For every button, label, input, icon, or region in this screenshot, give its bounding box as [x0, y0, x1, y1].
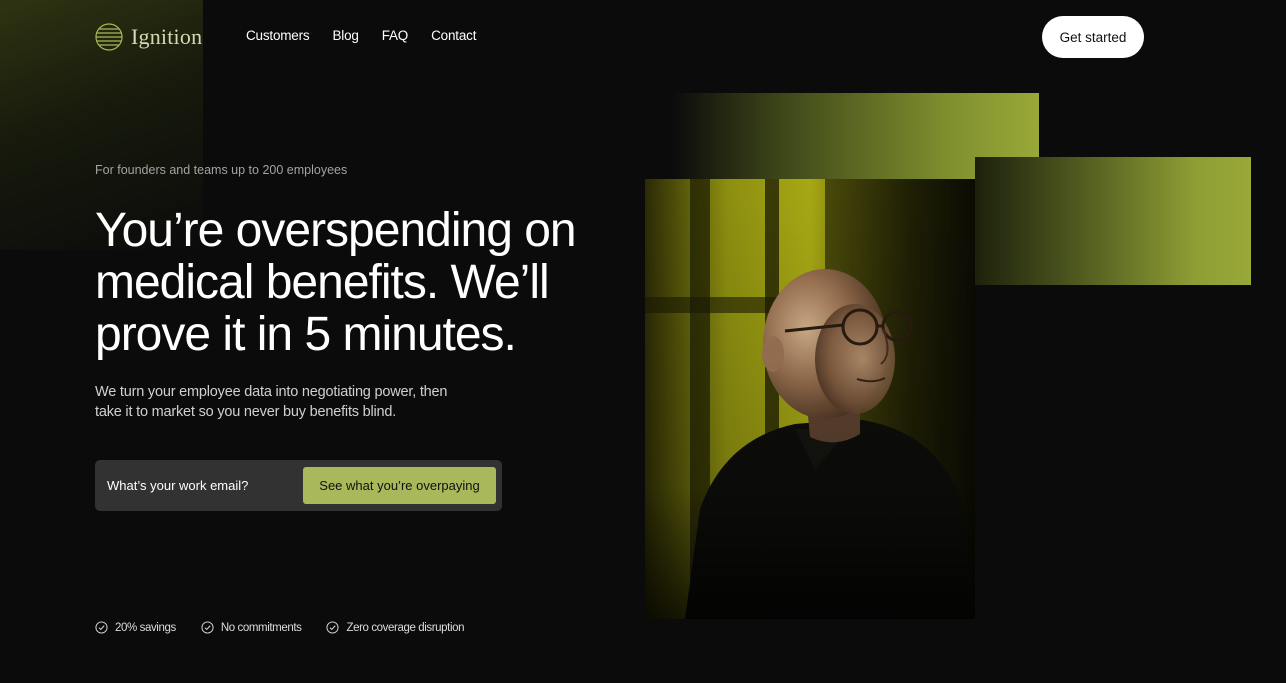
check-circle-icon [95, 621, 108, 634]
work-email-input[interactable] [107, 470, 297, 501]
nav-item-blog[interactable]: Blog [332, 28, 358, 43]
main-nav: Customers Blog FAQ Contact [246, 28, 476, 43]
hero-portrait-photo [645, 179, 975, 619]
hero-eyebrow: For founders and teams up to 200 employe… [95, 163, 348, 177]
see-overpaying-button[interactable]: See what you’re overpaying [303, 467, 496, 504]
benefit-label: 20% savings [115, 621, 176, 634]
benefit-item: Zero coverage disruption [326, 621, 464, 634]
get-started-button[interactable]: Get started [1042, 16, 1144, 58]
benefit-label: Zero coverage disruption [346, 621, 465, 634]
nav-item-contact[interactable]: Contact [431, 28, 476, 43]
decorative-gradient-block [975, 157, 1251, 285]
benefit-item: No commitments [201, 621, 302, 634]
brand-name: Ignition [131, 24, 203, 49]
nav-item-customers[interactable]: Customers [246, 28, 310, 43]
benefit-label: No commitments [220, 621, 302, 634]
logo-mark-icon [95, 23, 123, 51]
hero-headline: You’re overspending on medical benefits.… [95, 204, 577, 361]
check-circle-icon [201, 621, 214, 634]
nav-item-faq[interactable]: FAQ [382, 28, 409, 43]
hero-subtext: We turn your employee data into negotiat… [95, 384, 448, 420]
check-circle-icon [326, 621, 340, 634]
brand-logo[interactable]: Ignition [95, 23, 202, 51]
email-signup-form: See what you’re overpaying [95, 460, 502, 511]
benefits-list: 20% savings No commitments Zero coverage… [95, 621, 464, 634]
benefit-item: 20% savings [95, 621, 176, 634]
